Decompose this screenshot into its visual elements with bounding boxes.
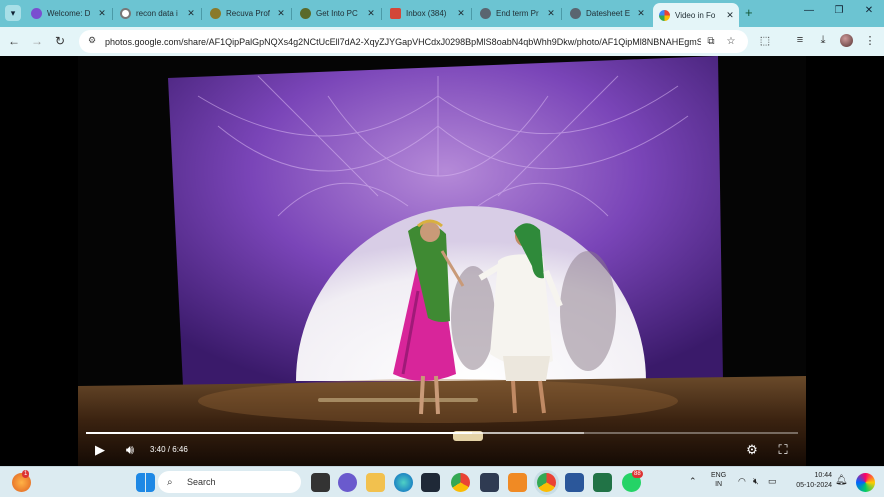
language-indicator[interactable]: ENG IN bbox=[711, 471, 726, 489]
bookmark-star-icon[interactable]: ☆ bbox=[721, 36, 741, 47]
video-frame bbox=[78, 56, 806, 466]
forward-button[interactable]: → bbox=[29, 33, 45, 49]
tab-end-term[interactable]: End term Pr ✕ bbox=[474, 3, 560, 24]
tray-chevron-icon[interactable]: ⌃ bbox=[689, 476, 697, 487]
site-icon bbox=[31, 8, 42, 19]
reading-list-icon[interactable]: ≡ bbox=[792, 34, 808, 50]
install-icon[interactable]: ⧉ bbox=[701, 36, 721, 47]
whatsapp-badge: 88 bbox=[632, 470, 643, 478]
fullscreen-icon[interactable]: ⛶ bbox=[775, 442, 791, 458]
wifi-icon[interactable]: ◠ bbox=[738, 476, 746, 487]
tab-get-into-pc[interactable]: Get Into PC ✕ bbox=[294, 3, 380, 24]
search-icon: ⌕ bbox=[167, 476, 173, 488]
extensions-icon[interactable]: ⬚ bbox=[757, 34, 773, 50]
profile-avatar[interactable] bbox=[840, 34, 853, 47]
site-icon bbox=[300, 8, 311, 19]
google-icon bbox=[120, 8, 131, 19]
close-icon[interactable]: ✕ bbox=[185, 8, 197, 19]
back-button[interactable]: ← bbox=[6, 33, 22, 49]
speaker-muted-icon[interactable]: 🔇︎ bbox=[753, 476, 759, 487]
close-icon[interactable]: ✕ bbox=[635, 8, 647, 19]
copilot-icon[interactable] bbox=[856, 473, 875, 492]
play-icon[interactable]: ▶ bbox=[92, 442, 108, 458]
tab-welcome[interactable]: Welcome: D ✕ bbox=[25, 3, 111, 24]
excel-icon[interactable] bbox=[593, 473, 612, 492]
close-icon[interactable]: ✕ bbox=[545, 8, 557, 19]
tab-search-button[interactable]: ▾ bbox=[5, 5, 21, 21]
url-text[interactable]: photos.google.com/share/AF1QipPalGpNQXs4… bbox=[105, 37, 701, 47]
reload-button[interactable]: ↻ bbox=[52, 33, 68, 49]
app-orange-icon[interactable] bbox=[508, 473, 527, 492]
file-explorer-icon[interactable] bbox=[366, 473, 385, 492]
close-icon[interactable]: ✕ bbox=[724, 10, 736, 21]
globe-icon bbox=[570, 8, 581, 19]
site-icon bbox=[210, 8, 221, 19]
chat-icon[interactable] bbox=[338, 473, 357, 492]
start-windows-icon[interactable] bbox=[136, 473, 155, 492]
chrome-profile-icon[interactable] bbox=[537, 473, 556, 492]
store-icon[interactable] bbox=[421, 473, 440, 492]
tab-recon-data[interactable]: recon data i ✕ bbox=[114, 3, 200, 24]
battery-icon[interactable]: ▭ bbox=[768, 476, 777, 487]
gmail-icon bbox=[390, 8, 401, 19]
edge-icon[interactable] bbox=[394, 473, 413, 492]
chrome-icon[interactable] bbox=[451, 473, 470, 492]
globe-icon bbox=[480, 8, 491, 19]
new-tab-button[interactable]: + bbox=[745, 5, 753, 20]
close-icon[interactable]: ✕ bbox=[365, 8, 377, 19]
settings-gear-icon[interactable]: ⚙ bbox=[744, 442, 760, 458]
tab-video-active[interactable]: Video in Fo ✕ bbox=[653, 3, 739, 27]
taskbar-search[interactable]: ⌕ Search bbox=[158, 471, 301, 493]
close-icon[interactable]: ✕ bbox=[455, 8, 467, 19]
app-icon[interactable] bbox=[480, 473, 499, 492]
video-progress-bar[interactable] bbox=[86, 432, 798, 434]
tab-datesheet[interactable]: Datesheet E ✕ bbox=[564, 3, 650, 24]
download-icon[interactable]: ⤓ bbox=[815, 34, 831, 50]
site-info-icon[interactable]: ⚙ bbox=[85, 35, 99, 49]
minimize-button[interactable]: — bbox=[800, 5, 818, 16]
tab-strip: ▾ Welcome: D ✕ recon data i ✕ Recuva Pro… bbox=[0, 0, 884, 27]
address-bar[interactable]: ⚙ photos.google.com/share/AF1QipPalGpNQX… bbox=[79, 30, 748, 53]
word-icon[interactable] bbox=[565, 473, 584, 492]
task-view-icon[interactable] bbox=[311, 473, 330, 492]
google-photos-icon bbox=[659, 9, 670, 21]
close-icon[interactable]: ✕ bbox=[275, 8, 287, 19]
window-close-button[interactable]: ✕ bbox=[860, 5, 878, 16]
video-time: 3:40 / 6:46 bbox=[150, 445, 188, 454]
tab-recuva[interactable]: Recuva Prof ✕ bbox=[204, 3, 290, 24]
menu-icon[interactable]: ⋮ bbox=[862, 34, 878, 50]
tab-inbox[interactable]: Inbox (384) ✕ bbox=[384, 3, 470, 24]
clock[interactable]: 10:44 05-10-2024 bbox=[787, 471, 832, 491]
restore-button[interactable]: ❐ bbox=[830, 5, 848, 16]
notification-bell-icon[interactable]: 🔔︎ bbox=[835, 475, 848, 486]
volume-icon[interactable]: 🔊︎ bbox=[122, 442, 138, 458]
video-player[interactable]: ▶ 🔊︎ 3:40 / 6:46 ⚙ ⛶ bbox=[78, 56, 806, 466]
close-icon[interactable]: ✕ bbox=[96, 8, 108, 19]
played-bar bbox=[86, 432, 472, 434]
windows-taskbar: 1 ⌕ Search 88 ⌃ ENG IN ◠ 🔇︎ ▭ 10:44 05-1… bbox=[0, 466, 884, 497]
browser-toolbar: ← → ↻ ⚙ photos.google.com/share/AF1QipPa… bbox=[0, 27, 884, 56]
